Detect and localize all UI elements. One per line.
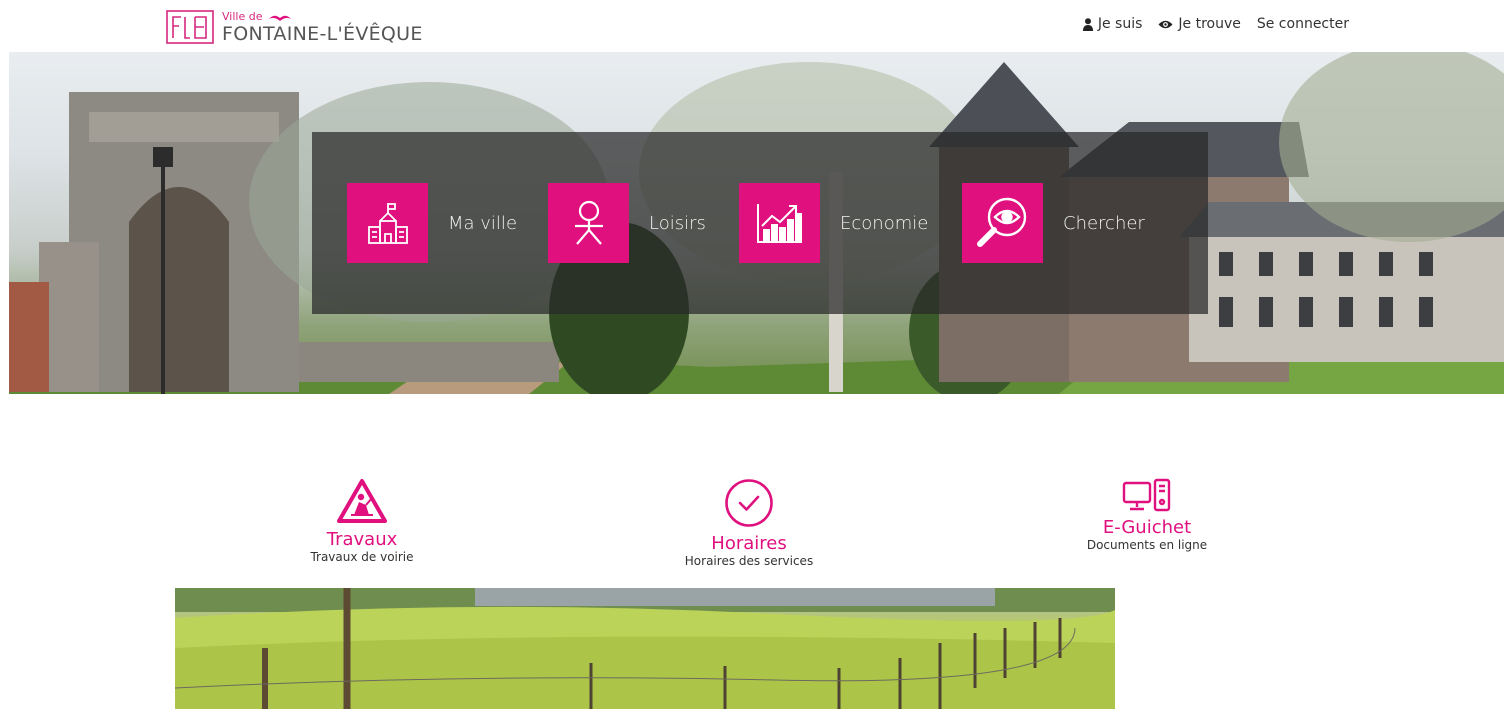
shortcut-travaux[interactable]: Travaux Travaux de voirie [306, 478, 418, 565]
tile-economie[interactable]: Economie [739, 183, 928, 263]
roadworks-icon [337, 479, 387, 523]
nav-je-trouve-label: Je trouve [1178, 16, 1241, 32]
tile-economie-label: Economie [840, 212, 929, 234]
shortcut-horaires-title: Horaires [711, 533, 787, 554]
tile-ma-ville-label: Ma ville [448, 212, 518, 234]
shortcut-e-guichet-subtitle: Documents en ligne [1086, 538, 1208, 552]
logo-prefix: Ville de [222, 10, 263, 23]
top-navigation: Je suis Je trouve Se connecter [1082, 16, 1349, 32]
logo-name: FONTAINE-L'ÉVÊQUE [222, 23, 423, 45]
site-logo[interactable]: Ville de FONTAINE-L'ÉVÊQUE [166, 10, 423, 45]
growth-chart-icon [756, 204, 802, 243]
computer-icon [1122, 478, 1171, 512]
nav-je-trouve[interactable]: Je trouve [1158, 16, 1241, 32]
user-icon [1082, 17, 1093, 31]
fle-monogram-icon [166, 10, 214, 44]
hero-menu-overlay: Ma ville Loisirs Economie Chercher [312, 132, 1208, 314]
site-header: Ville de FONTAINE-L'ÉVÊQUE Je suis Je tr… [0, 0, 1504, 52]
hero-banner: Ma ville Loisirs Economie Chercher [9, 52, 1504, 394]
shortcut-horaires[interactable]: Horaires Horaires des services [673, 478, 825, 569]
nav-je-suis-label: Je suis [1097, 16, 1143, 32]
tile-chercher[interactable]: Chercher [962, 183, 1145, 263]
tile-ma-ville[interactable]: Ma ville [347, 183, 517, 263]
shortcut-e-guichet[interactable]: E-Guichet Documents en ligne [1078, 478, 1216, 553]
shortcut-travaux-title: Travaux [326, 529, 398, 550]
shortcut-horaires-subtitle: Horaires des services [684, 554, 814, 568]
eye-icon [1158, 20, 1173, 28]
bird-icon [269, 15, 292, 21]
check-circle-icon [725, 479, 773, 527]
nav-se-connecter-label: Se connecter [1256, 16, 1349, 32]
town-hall-icon [367, 203, 408, 244]
tile-chercher-label: Chercher [1063, 212, 1145, 234]
magnifier-eye-icon [976, 197, 1026, 247]
tile-loisirs[interactable]: Loisirs [548, 183, 706, 263]
tile-loisirs-label: Loisirs [649, 212, 706, 234]
shortcut-e-guichet-title: E-Guichet [1102, 517, 1192, 538]
landscape-banner [175, 588, 1115, 709]
landscape-photo [175, 588, 1115, 709]
nav-je-suis[interactable]: Je suis [1082, 16, 1143, 32]
shortcut-travaux-subtitle: Travaux de voirie [310, 550, 414, 564]
nav-se-connecter[interactable]: Se connecter [1257, 16, 1349, 32]
person-leisure-icon [574, 200, 603, 245]
